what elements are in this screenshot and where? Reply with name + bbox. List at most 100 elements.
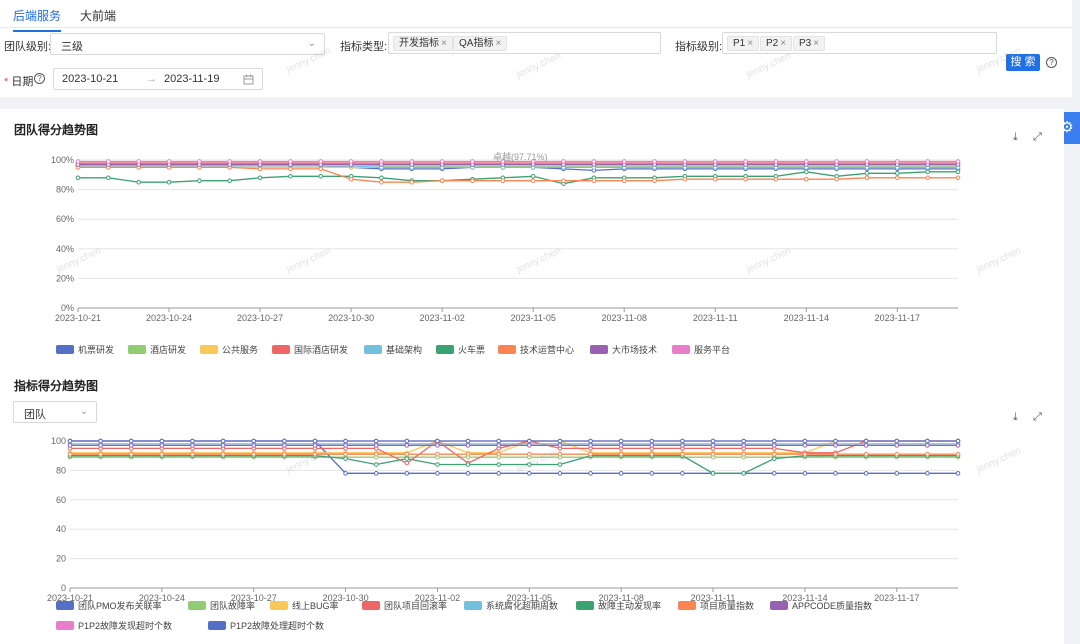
tag-label: P2 bbox=[766, 38, 779, 49]
calendar-icon bbox=[243, 74, 254, 85]
metric-level-tag[interactable]: P1 × bbox=[727, 36, 760, 51]
data-point bbox=[251, 443, 257, 448]
data-point bbox=[282, 438, 287, 444]
data-point bbox=[527, 438, 532, 444]
legend-label: 线上BUG率 bbox=[292, 600, 339, 611]
group-select[interactable]: 团队 ⌄ bbox=[13, 401, 97, 423]
data-point bbox=[465, 451, 471, 457]
data-point bbox=[128, 451, 134, 457]
legend-swatch bbox=[678, 601, 696, 610]
required-mark: * bbox=[4, 76, 9, 88]
data-point bbox=[802, 451, 808, 457]
tag-label: P1 bbox=[733, 38, 746, 49]
legend-swatch bbox=[188, 601, 206, 610]
date-end[interactable]: 2023-11-19 bbox=[164, 73, 219, 85]
legend-label: 团队项目回滚率 bbox=[384, 600, 447, 611]
data-point bbox=[710, 438, 716, 444]
y-tick-label: 0 bbox=[61, 583, 66, 593]
data-point bbox=[925, 471, 930, 476]
date-start[interactable]: 2023-10-21 bbox=[62, 73, 118, 85]
data-point bbox=[894, 471, 900, 476]
close-icon[interactable]: × bbox=[780, 38, 786, 49]
metric-level-tag[interactable]: P3 × bbox=[793, 36, 826, 51]
help-icon[interactable]: ? bbox=[1046, 57, 1057, 68]
search-button[interactable]: 搜 索 bbox=[1006, 54, 1040, 71]
data-point bbox=[527, 443, 532, 448]
data-point bbox=[465, 438, 471, 444]
data-point bbox=[833, 443, 838, 448]
close-icon[interactable]: × bbox=[441, 38, 447, 49]
data-point bbox=[527, 462, 532, 467]
chevron-down-icon: ⌄ bbox=[79, 406, 88, 417]
metric-level-tag[interactable]: P2 × bbox=[760, 36, 793, 51]
close-icon[interactable]: × bbox=[495, 38, 501, 49]
close-icon[interactable]: × bbox=[747, 38, 753, 49]
metric-type-tag[interactable]: 开发指标 × bbox=[393, 36, 453, 51]
data-point bbox=[98, 438, 103, 444]
data-point bbox=[373, 471, 379, 476]
metric-score-chart: 1008060402002023-10-21 2023-10-24 2023-10-… bbox=[47, 436, 961, 631]
y-tick-label: 40 bbox=[56, 524, 66, 534]
data-point bbox=[557, 443, 563, 448]
data-point bbox=[496, 443, 501, 448]
close-icon[interactable]: × bbox=[813, 38, 819, 49]
fullscreen-icon[interactable]: ⤢ bbox=[1033, 131, 1042, 144]
fullscreen-icon[interactable]: ⤢ bbox=[1033, 411, 1042, 424]
metric-type-select[interactable]: 开发指标 × QA指标 × bbox=[388, 32, 661, 54]
chevron-down-icon: ⌄ bbox=[307, 38, 316, 49]
data-point bbox=[343, 451, 348, 457]
data-point bbox=[343, 456, 348, 461]
data-point bbox=[220, 451, 226, 457]
y-tick-label: 60 bbox=[56, 495, 66, 505]
data-point bbox=[435, 438, 440, 444]
data-point bbox=[373, 438, 379, 444]
metric-level-select[interactable]: P1 × P2 × P3 × bbox=[722, 32, 997, 54]
data-point bbox=[343, 438, 348, 444]
data-point bbox=[190, 438, 195, 444]
tag-label: 开发指标 bbox=[399, 38, 439, 49]
metric-type-tag[interactable]: QA指标 × bbox=[453, 36, 508, 51]
download-icon[interactable]: ⤓ bbox=[1013, 411, 1018, 424]
data-point bbox=[771, 456, 777, 461]
legend-swatch bbox=[208, 621, 226, 630]
legend-label: 团队故障率 bbox=[210, 600, 255, 611]
x-tick-label: 2023-11-17 bbox=[874, 593, 919, 603]
data-point bbox=[373, 462, 379, 467]
data-point bbox=[465, 462, 471, 467]
data-point bbox=[527, 451, 532, 457]
date-separator-icon: → bbox=[146, 73, 157, 85]
legend-swatch bbox=[362, 601, 380, 610]
data-point bbox=[496, 471, 501, 476]
download-icon[interactable]: ⤓ bbox=[1013, 131, 1018, 144]
data-point bbox=[496, 462, 501, 467]
data-point bbox=[741, 451, 746, 457]
data-point bbox=[67, 443, 73, 448]
legend-swatch bbox=[464, 601, 482, 610]
data-point bbox=[680, 451, 685, 457]
date-range-picker[interactable]: 2023-10-21 → 2023-11-19 bbox=[53, 68, 263, 90]
team-level-label: 团队级别: bbox=[4, 41, 52, 53]
data-point bbox=[618, 438, 624, 444]
data-point bbox=[649, 443, 655, 448]
data-point bbox=[190, 443, 195, 448]
data-point bbox=[833, 471, 838, 476]
data-point bbox=[802, 438, 808, 444]
tab-backend[interactable]: 后端服务 bbox=[13, 7, 62, 32]
data-point bbox=[771, 443, 777, 448]
filter-bar: 后端服务 大前端 团队级别: 三级 ⌄ 指标类型: 开发指标 × QA指标 × 指标… bbox=[0, 0, 1072, 97]
metric-level-label: 指标级别: bbox=[675, 41, 723, 53]
data-point bbox=[465, 443, 471, 448]
data-point bbox=[404, 456, 410, 461]
team-level-select[interactable]: 三级 ⌄ bbox=[50, 33, 325, 55]
help-icon[interactable]: ? bbox=[34, 73, 45, 84]
data-point bbox=[312, 438, 318, 444]
data-point bbox=[557, 438, 563, 444]
data-point bbox=[435, 443, 440, 448]
data-point bbox=[741, 438, 746, 444]
data-point bbox=[894, 438, 900, 444]
data-point bbox=[373, 443, 379, 448]
data-point bbox=[312, 443, 318, 448]
data-point bbox=[649, 451, 655, 457]
data-point bbox=[404, 443, 410, 448]
chart-panel: 100% 80% 60% 40% 20% 0% 2023-10-21 2023-10-24 20… bbox=[0, 109, 1064, 644]
